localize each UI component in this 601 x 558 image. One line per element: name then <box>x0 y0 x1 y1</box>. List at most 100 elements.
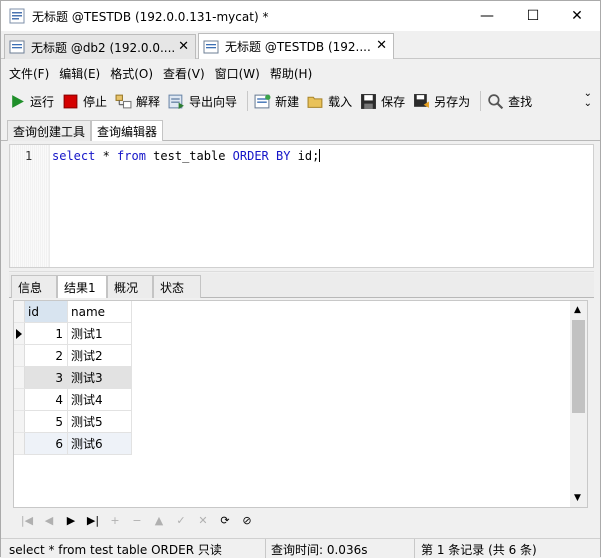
cell-id[interactable]: 1 <box>25 323 68 345</box>
apply-changes-icon[interactable]: ✓ <box>171 512 191 528</box>
save-as-icon <box>414 93 430 108</box>
cell-name[interactable]: 测试6 <box>68 433 132 455</box>
stop-label: 停止 <box>83 94 108 109</box>
add-record-icon[interactable]: + <box>105 512 125 528</box>
play-icon <box>12 94 24 108</box>
prev-record-icon[interactable]: ◀ <box>39 512 59 528</box>
delete-record-icon[interactable]: − <box>127 512 147 528</box>
first-record-icon[interactable]: |◀ <box>17 512 37 528</box>
table-row[interactable]: 3 测试3 <box>14 367 132 389</box>
sql-code-line[interactable]: select * from test_table ORDER BY id; <box>52 149 321 163</box>
toolbar: 运行 停止 解释 导出向导 新建 载入 保存 另存为 查找 ⌄ ⌄ <box>1 87 600 115</box>
cell-name[interactable]: 测试2 <box>68 345 132 367</box>
folder-open-icon <box>307 96 323 108</box>
explain-icon <box>115 94 132 108</box>
new-label: 新建 <box>275 94 300 109</box>
table-row[interactable]: 5 测试5 <box>14 411 132 433</box>
new-button[interactable]: 新建 <box>254 93 299 110</box>
close-tab-icon[interactable]: ✕ <box>178 39 189 54</box>
table-row[interactable]: 2 测试2 <box>14 345 132 367</box>
maximize-button[interactable]: ☐ <box>510 1 556 31</box>
save-button[interactable]: 保存 <box>360 93 405 110</box>
result-tabs: 信息 结果1 概况 状态 <box>9 273 594 298</box>
last-record-icon[interactable]: ▶| <box>83 512 103 528</box>
refresh-icon[interactable]: ⟳ <box>215 512 235 528</box>
query-doc-icon <box>203 40 219 53</box>
menu-help[interactable]: 帮助(H) <box>270 65 312 82</box>
table-row[interactable]: 4 测试4 <box>14 389 132 411</box>
save-as-button[interactable]: 另存为 <box>413 93 470 110</box>
menu-window[interactable]: 窗口(W) <box>215 65 260 82</box>
status-divider <box>414 539 415 558</box>
tab-query-builder[interactable]: 查询创建工具 <box>7 120 92 141</box>
cell-name[interactable]: 测试5 <box>68 411 132 433</box>
menu-bar: 文件(F) 编辑(E) 格式(O) 查看(V) 窗口(W) 帮助(H) <box>1 61 600 85</box>
cell-id[interactable]: 3 <box>25 367 68 389</box>
stop-query-icon[interactable]: ⊘ <box>237 512 257 528</box>
export-icon <box>168 94 184 109</box>
title-bar: 无标题 @TESTDB (192.0.0.131-mycat) * — ☐ ✕ <box>1 1 600 31</box>
export-wizard-button[interactable]: 导出向导 <box>168 93 237 110</box>
save-label: 保存 <box>381 94 406 109</box>
table-row[interactable]: 6 测试6 <box>14 433 132 455</box>
doc-tab-testdb[interactable]: 无标题 @TESTDB (192.... ✕ <box>198 33 394 59</box>
vertical-scrollbar[interactable]: ▲ ▼ <box>570 301 587 507</box>
doc-tab-db2[interactable]: 无标题 @db2 (192.0.0.... ✕ <box>4 34 196 59</box>
row-indicator <box>14 367 25 389</box>
find-button[interactable]: 查找 <box>487 93 532 110</box>
close-window-button[interactable]: ✕ <box>554 1 600 31</box>
next-record-icon[interactable]: ▶ <box>61 512 81 528</box>
cell-name[interactable]: 测试3 <box>68 367 132 389</box>
tab-result1[interactable]: 结果1 <box>57 275 107 298</box>
tab-query-editor[interactable]: 查询编辑器 <box>91 120 164 141</box>
run-button[interactable]: 运行 <box>9 93 54 110</box>
edit-record-icon[interactable]: ▲ <box>149 512 169 528</box>
cell-id[interactable]: 2 <box>25 345 68 367</box>
column-header-name[interactable]: name <box>68 301 132 323</box>
tab-profile[interactable]: 概况 <box>107 275 153 298</box>
export-wizard-label: 导出向导 <box>189 94 238 109</box>
stop-button[interactable]: 停止 <box>62 93 107 110</box>
tab-info[interactable]: 信息 <box>11 275 57 298</box>
scroll-down-icon[interactable]: ▼ <box>574 493 581 503</box>
query-doc-icon <box>9 40 25 54</box>
cell-name[interactable]: 测试4 <box>68 389 132 411</box>
find-label: 查找 <box>508 94 533 109</box>
minimize-button[interactable]: — <box>464 1 510 31</box>
table-row[interactable]: 1 测试1 <box>14 323 132 345</box>
discard-changes-icon[interactable]: ✕ <box>193 512 213 528</box>
cell-id[interactable]: 5 <box>25 411 68 433</box>
toolbar-overflow-icon[interactable]: ⌄ ⌄ <box>584 89 592 109</box>
save-icon <box>361 93 377 109</box>
toolbar-separator <box>480 91 482 111</box>
row-indicator <box>14 389 25 411</box>
scroll-up-icon[interactable]: ▲ <box>574 305 581 315</box>
splitter[interactable] <box>9 268 594 272</box>
scroll-thumb[interactable] <box>572 320 585 413</box>
cell-id[interactable]: 4 <box>25 389 68 411</box>
status-divider <box>265 539 266 558</box>
row-indicator <box>14 301 25 323</box>
row-indicator <box>14 411 25 433</box>
menu-file[interactable]: 文件(F) <box>9 65 49 82</box>
row-indicator <box>14 323 25 345</box>
line-number: 1 <box>25 149 33 163</box>
close-tab-icon[interactable]: ✕ <box>376 38 387 53</box>
column-header-id[interactable]: id <box>25 301 68 323</box>
sql-editor[interactable]: 1 select * from test_table ORDER BY id; <box>9 144 594 268</box>
menu-edit[interactable]: 编辑(E) <box>59 65 100 82</box>
explain-button[interactable]: 解释 <box>115 93 160 110</box>
sql-text: test_table <box>145 149 233 163</box>
search-icon <box>488 93 504 109</box>
new-query-icon <box>254 94 271 108</box>
menu-view[interactable]: 查看(V) <box>163 65 205 82</box>
tab-status[interactable]: 状态 <box>153 275 201 298</box>
sql-keyword: ORDER BY <box>232 149 291 163</box>
cell-id[interactable]: 6 <box>25 433 68 455</box>
app-window: 无标题 @TESTDB (192.0.0.131-mycat) * — ☐ ✕ … <box>0 0 601 558</box>
doc-tab-label: 无标题 @TESTDB (192.... <box>225 40 371 54</box>
cell-name[interactable]: 测试1 <box>68 323 132 345</box>
menu-format[interactable]: 格式(O) <box>110 65 153 82</box>
result-grid[interactable]: id name 1 测试1 2 测试2 3 测试3 4 测试4 5 测试5 6 … <box>13 300 588 508</box>
load-button[interactable]: 载入 <box>307 93 352 110</box>
